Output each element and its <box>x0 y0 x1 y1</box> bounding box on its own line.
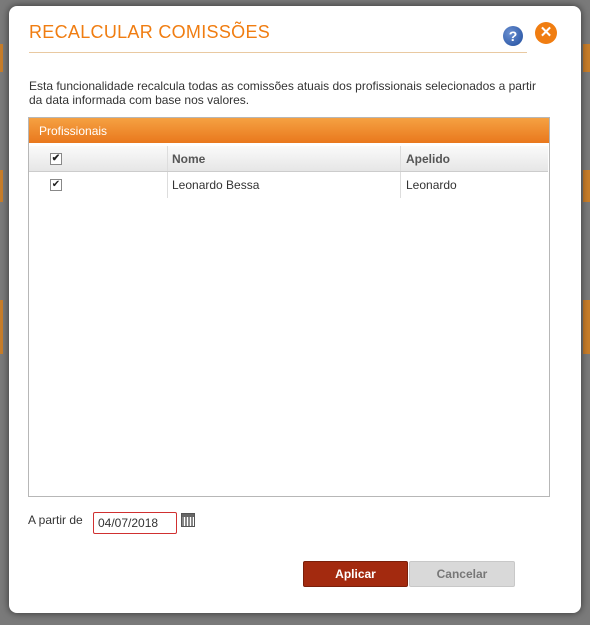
apply-button[interactable]: Aplicar <box>303 561 408 587</box>
cell-nome: Leonardo Bessa <box>168 172 401 198</box>
column-header-nome[interactable]: Nome <box>168 146 401 171</box>
table-row[interactable]: ✔ Leonardo Bessa Leonardo <box>29 172 548 198</box>
title-divider <box>29 52 527 53</box>
background-tab <box>583 44 590 72</box>
select-all-cell: ✔ <box>29 146 168 171</box>
background-tab <box>0 44 3 72</box>
grid-column-header: ✔ Nome Apelido <box>29 146 548 172</box>
cancel-button[interactable]: Cancelar <box>409 561 515 587</box>
row-select-cell: ✔ <box>29 172 168 198</box>
background-tab <box>0 170 3 202</box>
dialog-description: Esta funcionalidade recalcula todas as c… <box>29 79 536 107</box>
close-icon[interactable]: ✕ <box>535 22 557 44</box>
calendar-icon[interactable] <box>181 513 195 527</box>
select-all-checkbox[interactable]: ✔ <box>50 153 62 165</box>
date-label: A partir de <box>28 513 83 527</box>
background-tab <box>583 170 590 202</box>
start-date-input[interactable] <box>93 512 177 534</box>
cell-apelido: Leonardo <box>406 178 457 192</box>
grid-title: Profissionais <box>29 118 549 143</box>
background-tab <box>583 300 590 354</box>
question-icon[interactable]: ? <box>503 26 523 46</box>
column-header-apelido[interactable]: Apelido <box>402 146 548 171</box>
background-tab <box>0 300 3 354</box>
dialog-title: RECALCULAR COMISSÕES <box>29 22 271 42</box>
professionals-grid: Profissionais ✔ Nome Apelido ✔ Leonardo … <box>28 117 550 497</box>
row-checkbox[interactable]: ✔ <box>50 179 62 191</box>
recalculate-commissions-dialog: RECALCULAR COMISSÕES ? ✕ Esta funcionali… <box>9 6 581 613</box>
